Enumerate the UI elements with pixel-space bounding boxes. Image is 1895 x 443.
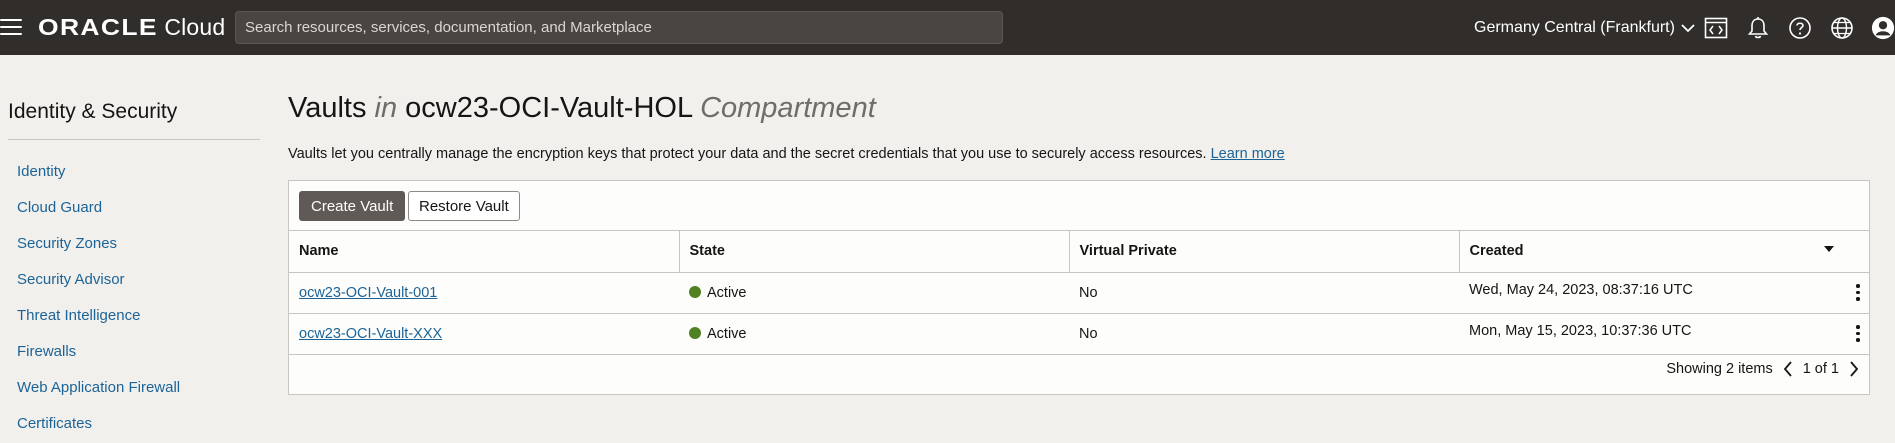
cell-created: Wed, May 24, 2023, 08:37:16 UTC bbox=[1459, 272, 1869, 314]
row-actions-kebab-icon[interactable] bbox=[1851, 282, 1865, 304]
sidebar-divider bbox=[8, 139, 260, 140]
search-input[interactable] bbox=[245, 12, 1002, 43]
next-page-icon[interactable] bbox=[1849, 361, 1859, 377]
help-icon[interactable] bbox=[1787, 15, 1813, 41]
page-description: Vaults let you centrally manage the encr… bbox=[288, 146, 1285, 162]
column-header-virtual-private[interactable]: Virtual Private bbox=[1069, 231, 1460, 273]
cell-virtual-private: No bbox=[1069, 313, 1459, 355]
previous-page-icon[interactable] bbox=[1783, 361, 1793, 377]
row-actions-kebab-icon[interactable] bbox=[1851, 323, 1865, 345]
oracle-cloud-logo[interactable]: ORACLE Cloud bbox=[38, 14, 225, 40]
created-value: Wed, May 24, 2023, 08:37:16 UTC bbox=[1469, 281, 1693, 298]
sidebar: Identity & Security Identity Cloud Guard… bbox=[0, 55, 262, 443]
table-row: ocw23-OCI-Vault-001 Active No Wed, May 2… bbox=[289, 272, 1869, 314]
column-header-name[interactable]: Name bbox=[289, 231, 680, 273]
vaults-panel: Create Vault Restore Vault Name State Vi… bbox=[288, 180, 1870, 395]
brand-oracle-text: ORACLE bbox=[38, 14, 158, 40]
active-status-icon bbox=[689, 326, 701, 339]
table-header-row: Name State Virtual Private Created bbox=[289, 231, 1869, 273]
sidebar-item-web-application-firewall[interactable]: Web Application Firewall bbox=[17, 379, 180, 415]
sidebar-title: Identity & Security bbox=[8, 100, 178, 123]
chevron-down-icon bbox=[1681, 24, 1695, 33]
title-main: Vaults bbox=[288, 92, 367, 124]
column-header-state[interactable]: State bbox=[679, 231, 1070, 273]
sidebar-nav: Identity Cloud Guard Security Zones Secu… bbox=[17, 163, 180, 443]
title-in: in bbox=[374, 92, 398, 124]
column-header-created[interactable]: Created bbox=[1459, 231, 1869, 273]
globe-icon[interactable] bbox=[1829, 15, 1855, 41]
create-vault-button[interactable]: Create Vault bbox=[299, 191, 406, 221]
learn-more-link[interactable]: Learn more bbox=[1211, 146, 1285, 162]
vault-name-link[interactable]: ocw23-OCI-Vault-XXX bbox=[299, 326, 442, 342]
top-header: ORACLE Cloud Germany Central (Frankfurt) bbox=[0, 0, 1895, 55]
pagination: Showing 2 items 1 of 1 bbox=[1666, 358, 1859, 380]
region-selector[interactable]: Germany Central (Frankfurt) bbox=[1474, 17, 1695, 39]
description-text: Vaults let you centrally manage the encr… bbox=[288, 146, 1207, 162]
created-value: Mon, May 15, 2023, 10:37:36 UTC bbox=[1469, 322, 1692, 339]
sidebar-item-threat-intelligence[interactable]: Threat Intelligence bbox=[17, 307, 180, 343]
sidebar-item-certificates[interactable]: Certificates bbox=[17, 415, 180, 443]
user-icon[interactable] bbox=[1871, 15, 1895, 41]
showing-count: Showing 2 items bbox=[1666, 361, 1773, 377]
restore-vault-button[interactable]: Restore Vault bbox=[408, 191, 520, 221]
page-title: Vaults in ocw23-OCI-Vault-HOL Compartmen… bbox=[288, 92, 876, 125]
table-row: ocw23-OCI-Vault-XXX Active No Mon, May 1… bbox=[289, 313, 1869, 355]
sort-descending-icon[interactable] bbox=[1823, 245, 1835, 253]
page-indicator: 1 of 1 bbox=[1802, 361, 1839, 377]
vault-name-link[interactable]: ocw23-OCI-Vault-001 bbox=[299, 285, 437, 301]
title-compartment-name: ocw23-OCI-Vault-HOL bbox=[405, 92, 693, 124]
state-label: Active bbox=[707, 325, 747, 342]
sidebar-item-security-advisor[interactable]: Security Advisor bbox=[17, 271, 180, 307]
hamburger-menu-icon[interactable] bbox=[0, 18, 22, 36]
cell-name: ocw23-OCI-Vault-XXX bbox=[289, 313, 679, 355]
active-status-icon bbox=[689, 285, 701, 298]
state-label: Active bbox=[707, 284, 747, 301]
brand-cloud-text: Cloud bbox=[164, 14, 226, 40]
sidebar-item-security-zones[interactable]: Security Zones bbox=[17, 235, 180, 271]
sidebar-item-cloud-guard[interactable]: Cloud Guard bbox=[17, 199, 180, 235]
code-editor-icon[interactable] bbox=[1703, 15, 1729, 41]
bell-icon[interactable] bbox=[1745, 15, 1771, 41]
cell-state: Active bbox=[679, 272, 1069, 314]
title-compartment-word: Compartment bbox=[700, 92, 876, 124]
table-toolbar: Create Vault Restore Vault bbox=[289, 181, 1869, 231]
cell-created: Mon, May 15, 2023, 10:37:36 UTC bbox=[1459, 313, 1869, 355]
global-search bbox=[235, 11, 1003, 44]
cell-virtual-private: No bbox=[1069, 272, 1459, 314]
sidebar-item-identity[interactable]: Identity bbox=[17, 163, 180, 199]
sidebar-item-firewalls[interactable]: Firewalls bbox=[17, 343, 180, 379]
cell-state: Active bbox=[679, 313, 1069, 355]
column-header-created-label: Created bbox=[1469, 243, 1524, 260]
region-label: Germany Central (Frankfurt) bbox=[1474, 19, 1675, 36]
cell-name: ocw23-OCI-Vault-001 bbox=[289, 272, 679, 314]
vaults-table: Name State Virtual Private Created ocw23… bbox=[289, 231, 1869, 355]
